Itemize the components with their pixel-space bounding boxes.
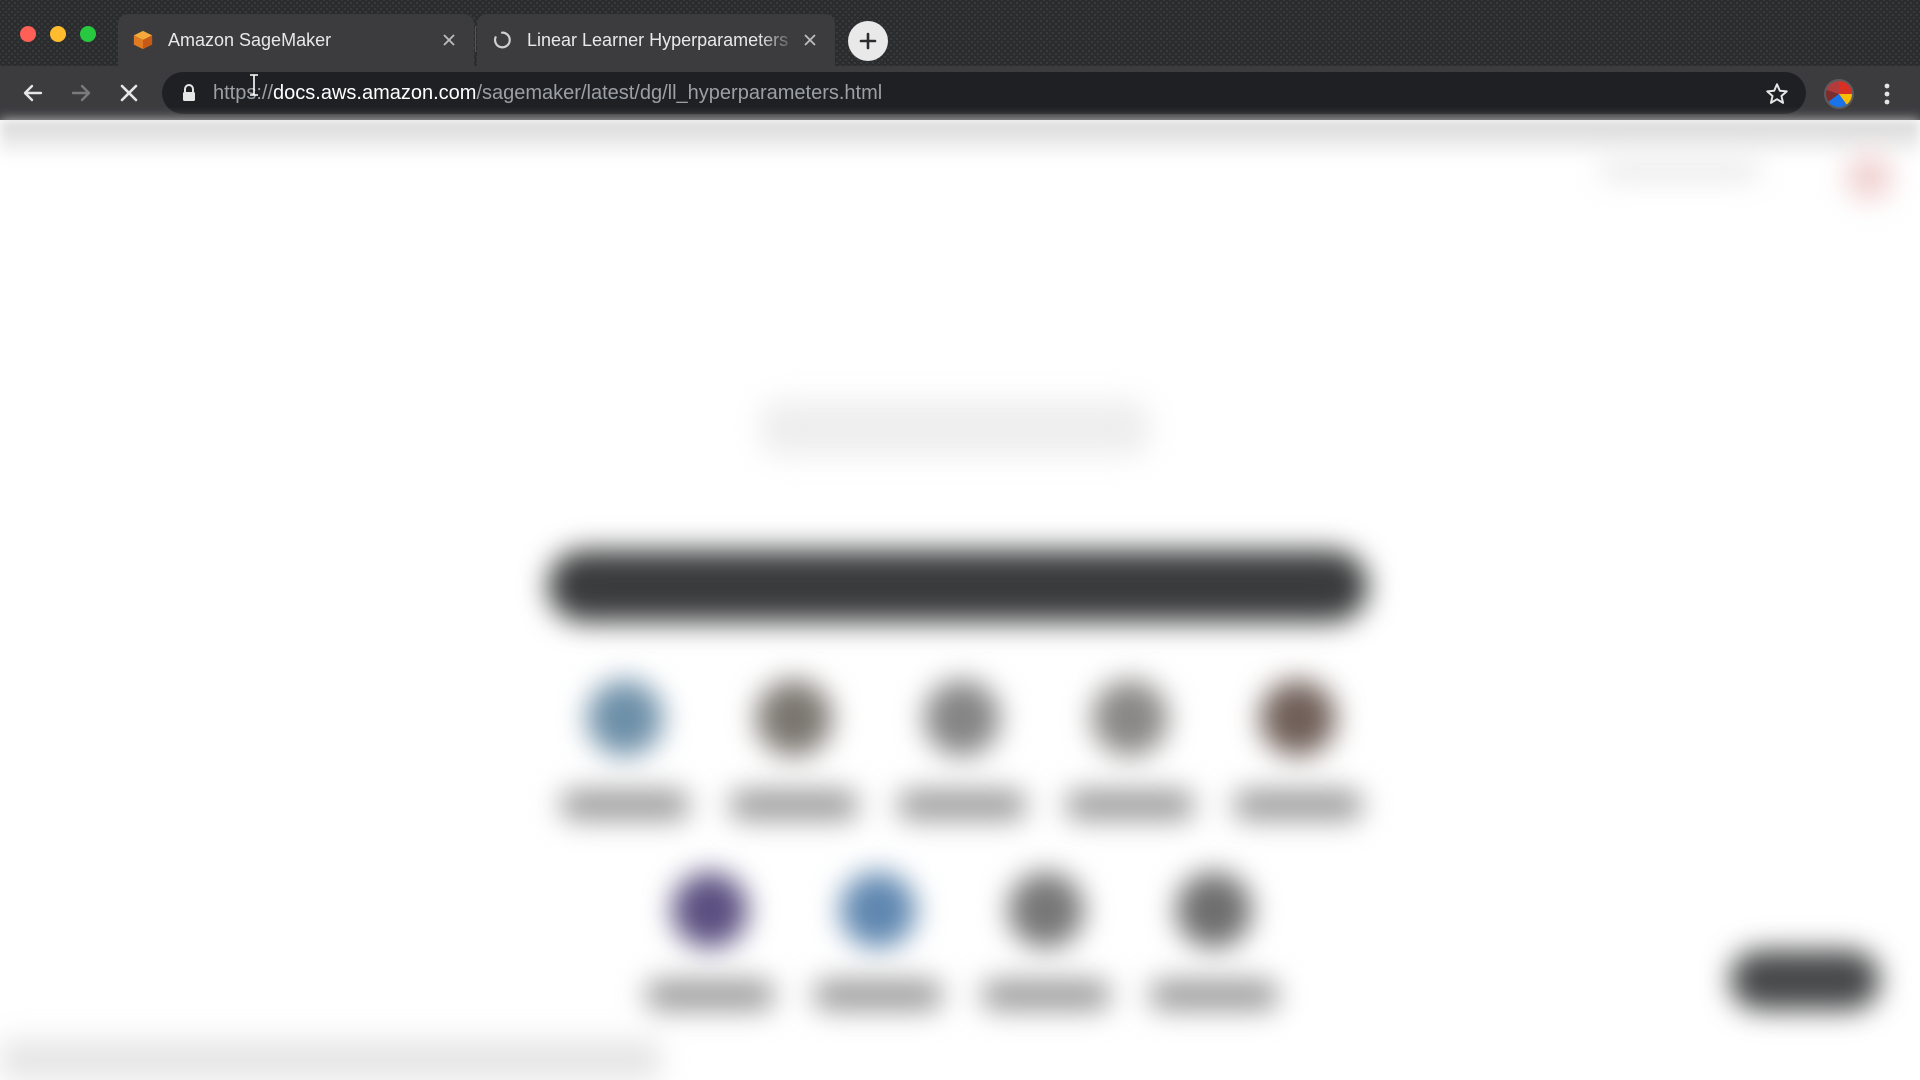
tab-close-icon[interactable] bbox=[438, 29, 460, 51]
window-minimize-button[interactable] bbox=[50, 26, 66, 42]
stop-loading-button[interactable] bbox=[114, 78, 144, 108]
bookmark-star-icon[interactable] bbox=[1764, 81, 1790, 107]
service-icon bbox=[1092, 680, 1168, 756]
tab-close-icon[interactable] bbox=[799, 29, 821, 51]
service-icon bbox=[1260, 680, 1336, 756]
tab-title: Amazon SageMaker bbox=[168, 29, 332, 50]
tab-amazon-sagemaker[interactable]: Amazon SageMaker bbox=[118, 14, 474, 66]
service-label-placeholder bbox=[1233, 790, 1363, 820]
tab-divider bbox=[475, 26, 476, 52]
service-icon bbox=[756, 680, 832, 756]
service-label-placeholder bbox=[729, 790, 859, 820]
service-label-placeholder bbox=[1065, 790, 1195, 820]
lock-icon[interactable] bbox=[181, 83, 197, 103]
service-icon bbox=[1008, 872, 1084, 948]
window-close-button[interactable] bbox=[20, 26, 36, 42]
close-icon bbox=[120, 84, 138, 102]
more-menu-icon[interactable] bbox=[1876, 80, 1898, 108]
arrow-left-icon bbox=[23, 84, 43, 102]
service-label-placeholder bbox=[813, 980, 943, 1010]
header-avatar-placeholder bbox=[1846, 154, 1892, 200]
url-path: /sagemaker/latest/dg/ll_hyperparameters.… bbox=[476, 82, 883, 104]
loading-spinner-icon bbox=[493, 31, 511, 49]
page-content-loading bbox=[0, 120, 1920, 1080]
tab-linear-learner-hyperparameters[interactable]: Linear Learner Hyperparameters bbox=[477, 14, 835, 66]
arrow-right-icon bbox=[71, 84, 91, 102]
service-icon bbox=[587, 680, 663, 756]
service-icon bbox=[924, 680, 1000, 756]
sagemaker-cube-icon bbox=[133, 30, 153, 50]
service-icon bbox=[672, 872, 748, 948]
header-link-placeholder bbox=[1600, 160, 1760, 180]
forward-button[interactable] bbox=[66, 78, 96, 108]
service-icon bbox=[840, 872, 916, 948]
service-label-placeholder bbox=[897, 790, 1027, 820]
url-text[interactable]: https://docs.aws.amazon.com/sagemaker/la… bbox=[213, 81, 882, 105]
service-label-placeholder bbox=[981, 980, 1111, 1010]
new-tab-button[interactable] bbox=[848, 21, 888, 61]
text-cursor-icon bbox=[250, 74, 258, 96]
plus-icon bbox=[859, 32, 877, 50]
hero-title-placeholder bbox=[760, 400, 1150, 456]
url-host: docs.aws.amazon.com bbox=[273, 82, 477, 104]
feedback-button-placeholder bbox=[1730, 950, 1880, 1010]
back-button[interactable] bbox=[18, 78, 48, 108]
service-label-placeholder bbox=[645, 980, 775, 1010]
footer-placeholder bbox=[0, 1040, 660, 1080]
service-label-placeholder bbox=[1149, 980, 1279, 1010]
window-maximize-button[interactable] bbox=[80, 26, 96, 42]
search-bar-placeholder bbox=[548, 550, 1368, 622]
service-icon bbox=[1176, 872, 1252, 948]
profile-avatar[interactable] bbox=[1824, 79, 1854, 109]
service-label-placeholder bbox=[560, 790, 690, 820]
tab-title: Linear Learner Hyperparameters bbox=[527, 29, 789, 50]
